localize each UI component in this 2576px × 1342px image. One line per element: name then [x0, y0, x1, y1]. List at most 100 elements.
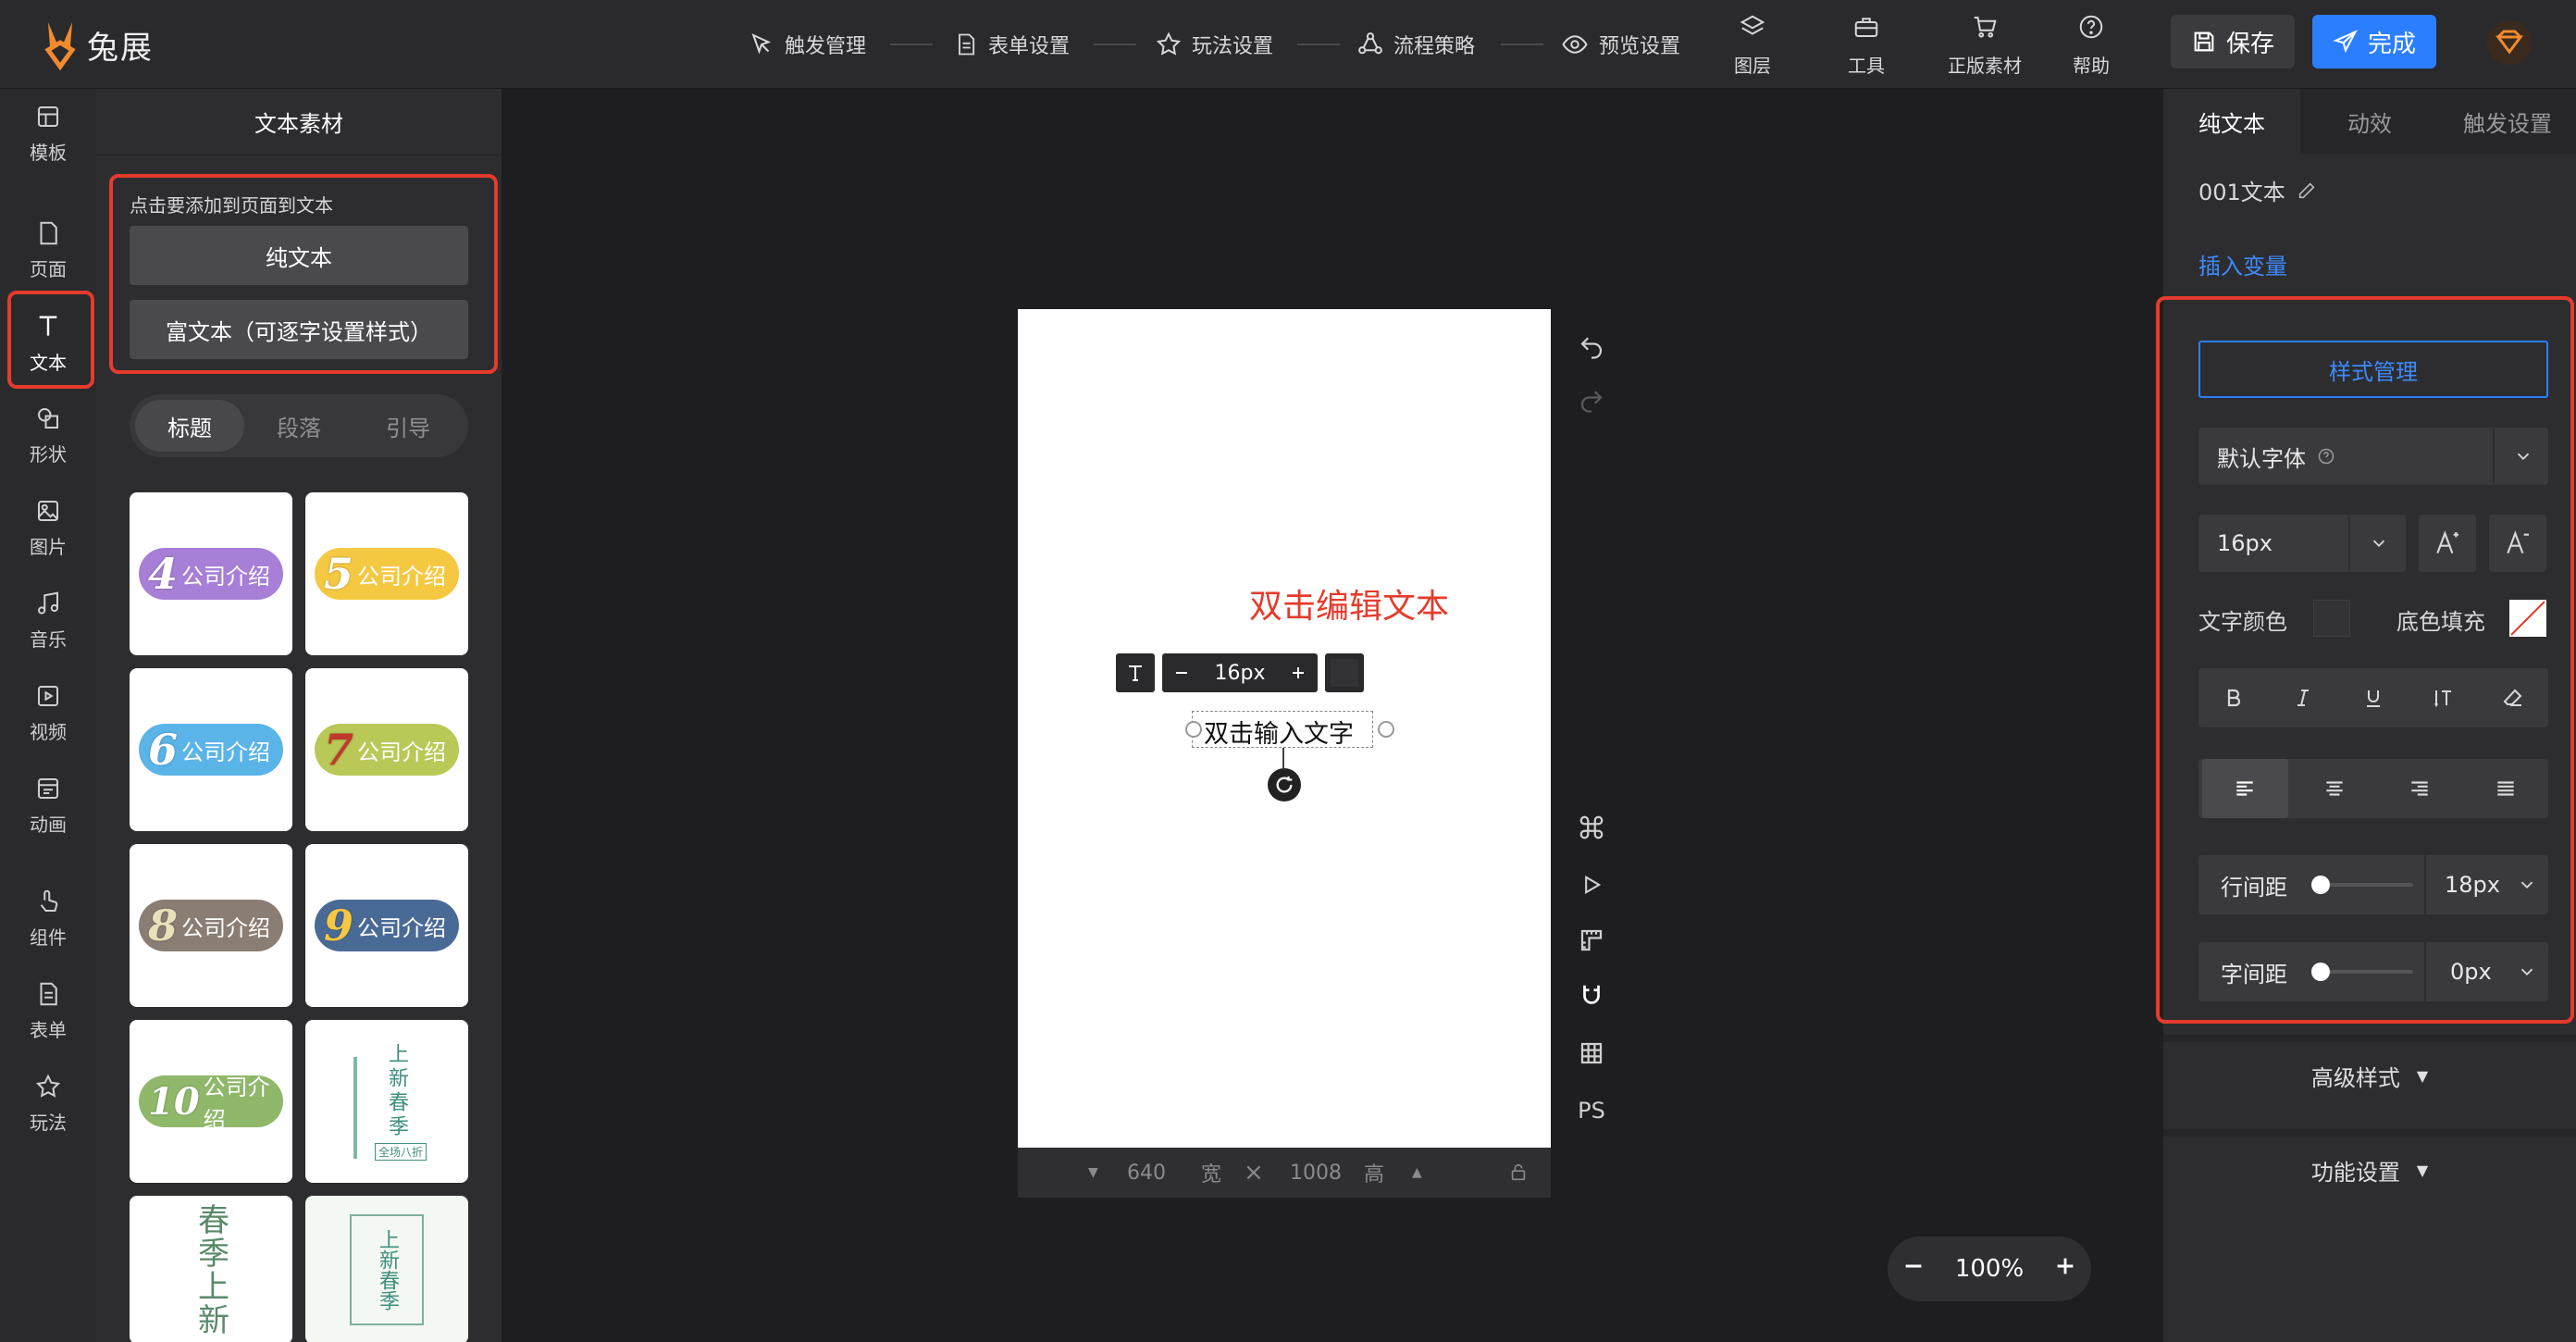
- vip-diamond-icon[interactable]: [2485, 19, 2533, 67]
- app-logo[interactable]: 兔展: [41, 19, 263, 70]
- lock-icon[interactable]: [1508, 1162, 1529, 1183]
- nav-music[interactable]: 音乐: [0, 576, 96, 665]
- text-template-tile[interactable]: 8 公司介绍: [130, 844, 292, 1007]
- rotate-handle[interactable]: [1268, 768, 1301, 801]
- nav-label: 形状: [30, 442, 67, 466]
- text-template-tile[interactable]: 上新春季: [305, 1196, 468, 1342]
- step-preview[interactable]: 预览设置: [1560, 24, 1680, 65]
- done-button[interactable]: 完成: [2312, 15, 2436, 68]
- ruler-button[interactable]: [1573, 922, 1610, 959]
- resize-handle-left[interactable]: [1185, 721, 1202, 738]
- tab-effects[interactable]: 动效: [2300, 89, 2439, 154]
- shortcuts-button[interactable]: [1573, 809, 1610, 846]
- caret-down-icon[interactable]: ▼: [1088, 1165, 1098, 1180]
- magnet-button[interactable]: [1573, 977, 1610, 1014]
- nav-image[interactable]: 图片: [0, 483, 96, 572]
- layers-button[interactable]: 图层: [1715, 13, 1790, 78]
- text-template-tile[interactable]: 5 公司介绍: [305, 492, 468, 655]
- align-left-button[interactable]: [2202, 759, 2288, 818]
- tab-paragraph[interactable]: 段落: [244, 400, 353, 452]
- chevron-down-icon[interactable]: [2517, 875, 2537, 895]
- vertical-text-button[interactable]: [2409, 668, 2479, 727]
- text-template-tile[interactable]: 春季上新: [130, 1196, 292, 1342]
- selected-text-box[interactable]: 双击输入文字: [1185, 711, 1394, 750]
- canvas-height[interactable]: 1008: [1290, 1162, 1342, 1185]
- line-height-slider-knob[interactable]: [2311, 876, 2330, 894]
- insert-variable-link[interactable]: 插入变量: [2198, 248, 2287, 280]
- text-template-tile[interactable]: 4 公司介绍: [130, 492, 292, 655]
- zoom-in-button[interactable]: [2054, 1255, 2076, 1284]
- tab-plain-text[interactable]: 纯文本: [2163, 89, 2300, 154]
- align-justify-button[interactable]: [2463, 759, 2549, 818]
- increase-font-button[interactable]: [2419, 515, 2476, 572]
- align-right-button[interactable]: [2377, 759, 2463, 818]
- bg-fill-picker[interactable]: [2509, 600, 2546, 637]
- resize-handle-right[interactable]: [1378, 721, 1394, 738]
- text-template-tile[interactable]: 上新春季 全场八折: [305, 1020, 468, 1183]
- font-family-select[interactable]: 默认字体: [2198, 428, 2548, 485]
- nav-shape[interactable]: 形状: [0, 391, 96, 479]
- step-form[interactable]: 表单设置: [953, 24, 1070, 65]
- text-color-picker[interactable]: [2313, 600, 2350, 637]
- edit-pencil-icon[interactable]: [2297, 180, 2317, 201]
- page-canvas[interactable]: 双击编辑文本 双击输入文字: [1018, 309, 1551, 1148]
- nav-template[interactable]: 模板: [0, 89, 96, 178]
- tools-button[interactable]: 工具: [1829, 13, 1903, 78]
- step-flow[interactable]: 流程策略: [1356, 24, 1475, 65]
- decrease-size-button[interactable]: [1162, 653, 1201, 692]
- increase-size-button[interactable]: [1279, 653, 1318, 692]
- redo-button[interactable]: [1573, 381, 1610, 418]
- clear-format-button[interactable]: [2478, 668, 2548, 727]
- add-rich-text-button[interactable]: 富文本（可逐字设置样式）: [130, 300, 468, 359]
- element-name-row[interactable]: 001文本: [2198, 174, 2317, 206]
- tab-trigger-settings[interactable]: 触发设置: [2439, 89, 2576, 154]
- align-center-button[interactable]: [2292, 759, 2378, 818]
- text-template-tile[interactable]: 6 公司介绍: [130, 668, 292, 831]
- zoom-out-button[interactable]: [1902, 1255, 1925, 1284]
- template-icon: [38, 106, 58, 127]
- text-type-button[interactable]: [1116, 653, 1155, 692]
- add-plain-text-button[interactable]: 纯文本: [130, 226, 468, 285]
- decrease-font-button[interactable]: [2489, 515, 2546, 572]
- tab-heading[interactable]: 标题: [135, 400, 244, 452]
- nav-animation[interactable]: 动画: [0, 761, 96, 850]
- letter-spacing-value[interactable]: 0px: [2450, 959, 2492, 985]
- text-template-tile[interactable]: 9 公司介绍: [305, 844, 468, 1007]
- italic-button[interactable]: [2269, 668, 2339, 727]
- chevron-down-icon[interactable]: [2517, 962, 2537, 982]
- step-trigger[interactable]: 触发管理: [748, 24, 866, 65]
- app-name: 兔展: [87, 29, 154, 67]
- function-settings-section[interactable]: 功能设置 ▼: [2163, 1129, 2576, 1203]
- chevron-down-icon: [2517, 453, 2530, 461]
- grid-button[interactable]: [1573, 1035, 1610, 1072]
- font-size-value[interactable]: 16px: [1201, 653, 1279, 692]
- text-template-tile[interactable]: 7 公司介绍: [305, 668, 468, 831]
- font-size-select[interactable]: 16px: [2198, 515, 2406, 572]
- save-button[interactable]: 保存: [2171, 15, 2295, 68]
- preview-play-button[interactable]: [1573, 866, 1610, 903]
- help-button[interactable]: 帮助: [2054, 13, 2128, 78]
- licensed-assets-button[interactable]: 正版素材: [1942, 13, 2027, 78]
- ps-import-button[interactable]: PS: [1573, 1092, 1610, 1129]
- canvas-width[interactable]: 640: [1127, 1162, 1166, 1185]
- nav-page[interactable]: 页面: [0, 205, 96, 294]
- text-element[interactable]: 双击输入文字: [1204, 714, 1354, 750]
- underline-button[interactable]: [2338, 668, 2409, 727]
- nav-video[interactable]: 视频: [0, 668, 96, 757]
- tab-guide[interactable]: 引导: [353, 400, 463, 452]
- line-height-value[interactable]: 18px: [2445, 872, 2500, 898]
- template-pill: 4 公司介绍: [139, 548, 283, 600]
- nav-play[interactable]: 玩法: [0, 1059, 96, 1148]
- text-color-swatch[interactable]: [1325, 653, 1364, 692]
- nav-form[interactable]: 表单: [0, 966, 96, 1055]
- nav-text[interactable]: 文本: [0, 298, 96, 387]
- style-manage-button[interactable]: 样式管理: [2198, 341, 2548, 398]
- bold-button[interactable]: [2198, 668, 2269, 727]
- nav-component[interactable]: 组件: [0, 874, 96, 963]
- advanced-style-section[interactable]: 高级样式 ▼: [2163, 1035, 2576, 1109]
- step-play[interactable]: 玩法设置: [1155, 24, 1273, 65]
- text-template-tile[interactable]: 10 公司介绍: [130, 1020, 292, 1183]
- undo-button[interactable]: [1573, 328, 1610, 365]
- caret-up-icon[interactable]: ▲: [1412, 1165, 1422, 1180]
- letter-spacing-slider-knob[interactable]: [2311, 963, 2330, 981]
